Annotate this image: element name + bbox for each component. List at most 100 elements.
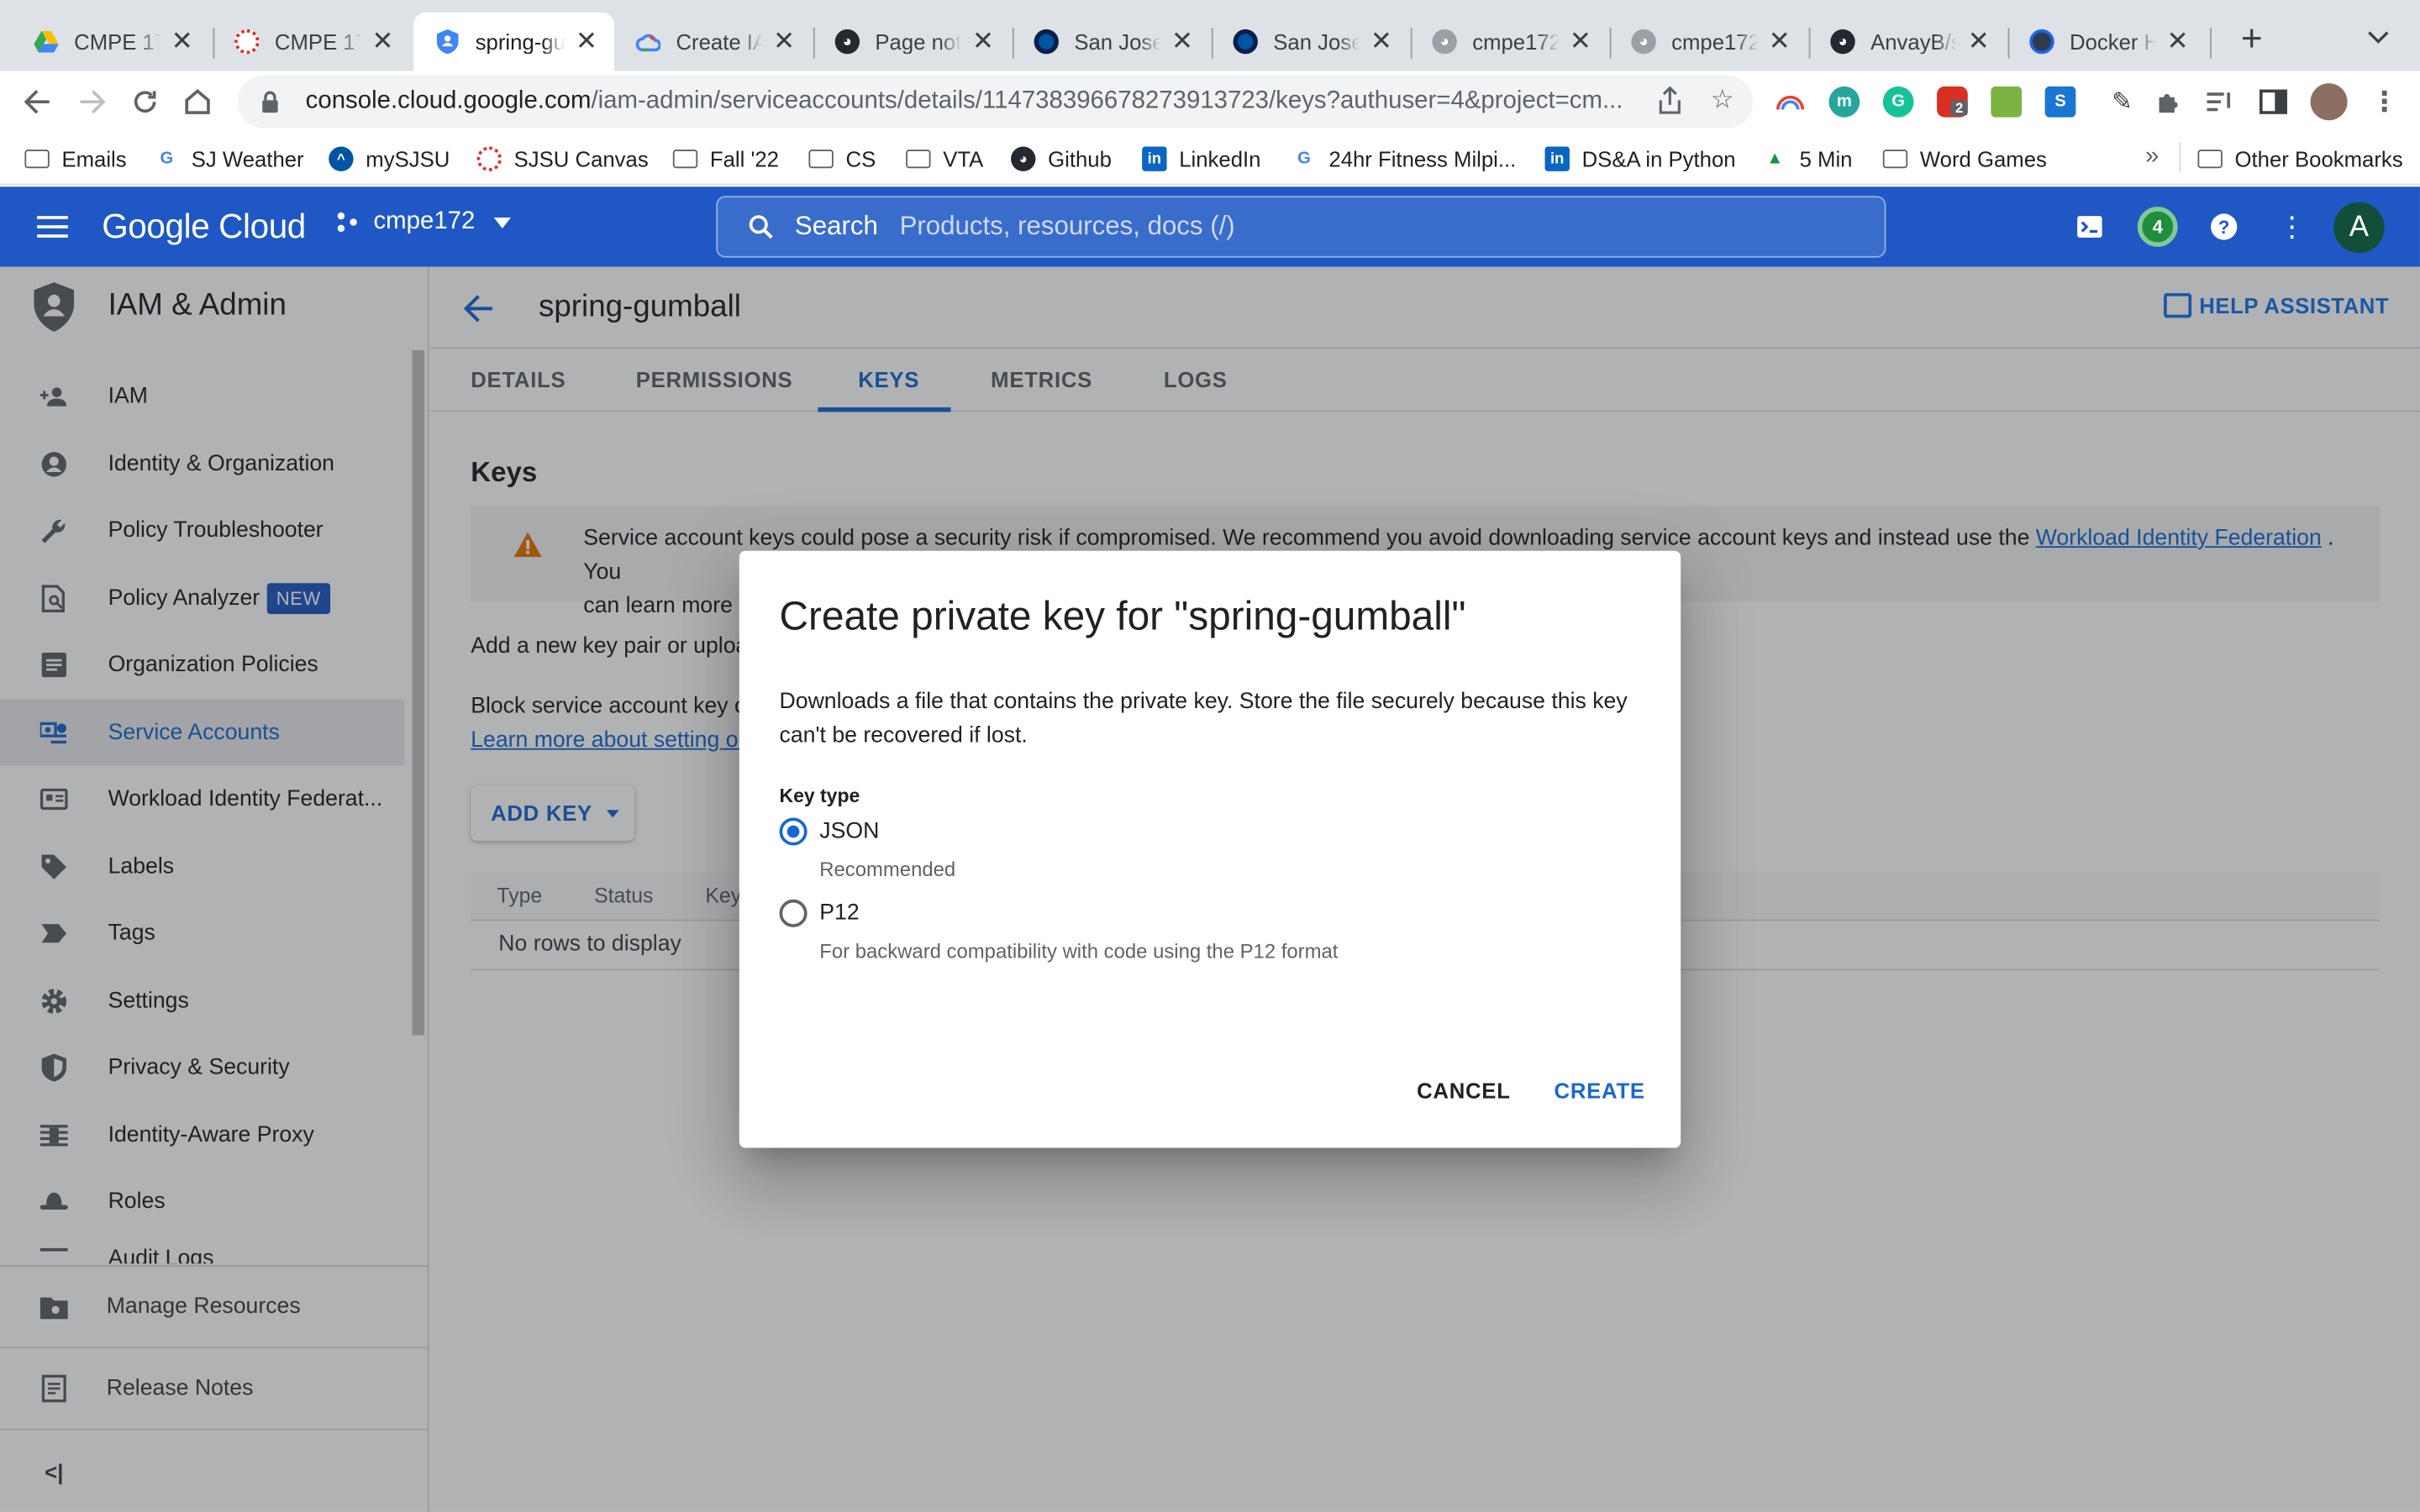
github-icon: ◕ (1011, 146, 1036, 171)
back-icon[interactable] (18, 83, 55, 120)
create-button[interactable]: CREATE (1555, 1079, 1645, 1103)
bookmark[interactable]: Emails (24, 144, 127, 175)
bookmarks-bar: Emails G SJ Weather ^ mySJSU SJSU Canvas F… (0, 132, 2420, 186)
new-tab-icon[interactable]: + (2235, 21, 2269, 59)
browser-tab[interactable]: Create IAM ✕ (614, 13, 812, 71)
linkedin-icon: in (1544, 146, 1570, 171)
more-bookmarks-icon[interactable]: » (2145, 144, 2159, 171)
help-icon[interactable]: ? (2206, 208, 2243, 245)
grammarly-icon[interactable]: G (1882, 86, 1914, 118)
kebab-menu-icon[interactable]: ⋮ (2369, 86, 2400, 118)
close-icon[interactable]: ✕ (971, 26, 995, 57)
folder-icon (672, 146, 698, 171)
close-icon[interactable]: ✕ (574, 26, 598, 57)
bookmark[interactable]: ^ mySJSU (329, 144, 450, 175)
chevron-down-icon (493, 217, 511, 228)
pen-icon[interactable]: ✎ (2107, 87, 2138, 118)
p12-radio[interactable] (779, 899, 808, 927)
project-name: cmpe172 (373, 207, 476, 235)
reload-icon[interactable] (127, 83, 164, 120)
extension-plant-icon[interactable] (1991, 86, 2023, 118)
p12-description: For backward compatibility with code usi… (819, 939, 1339, 963)
bookmark[interactable]: SJSU Canvas (476, 144, 649, 175)
close-icon[interactable]: ✕ (1767, 26, 1791, 57)
menu-icon[interactable] (37, 212, 68, 243)
bookmark[interactable]: G SJ Weather (155, 144, 304, 175)
lock-icon (256, 88, 284, 116)
close-icon[interactable]: ✕ (1369, 26, 1393, 57)
cancel-button[interactable]: CANCEL (1417, 1079, 1511, 1103)
forward-icon[interactable] (74, 83, 111, 120)
bookmark[interactable]: VTA (906, 144, 983, 175)
browser-tab-active[interactable]: spring-gu ✕ (413, 12, 615, 71)
browser-tab[interactable]: ◕ AnvayB/s ✕ (1809, 13, 2007, 71)
reading-list-icon[interactable] (2204, 87, 2235, 118)
search-icon (749, 215, 773, 239)
close-icon[interactable]: ✕ (1966, 26, 1991, 57)
bookmark[interactable]: CS (808, 144, 876, 175)
profile-avatar[interactable] (2310, 83, 2348, 121)
bookmark[interactable]: ▲ 5 Min (1763, 144, 1852, 175)
bookmark[interactable]: in LinkedIn (1142, 144, 1260, 175)
json-recommended-note: Recommended (819, 858, 956, 881)
extension-badge-icon[interactable]: 2 (1937, 86, 1968, 118)
tab-title: AnvayB/s (1870, 29, 1957, 55)
chevron-down-icon[interactable] (2367, 24, 2389, 49)
browser-tab[interactable]: San Jose ✕ (1212, 13, 1409, 71)
folder-icon (906, 146, 931, 171)
close-icon[interactable]: ✕ (1568, 26, 1592, 57)
bookmark[interactable]: ◕ Github (1011, 144, 1112, 175)
tab-title: cmpe172/ (1671, 29, 1759, 55)
create-private-key-dialog: Create private key for "spring-gumball" … (739, 550, 1681, 1148)
google-icon: G (160, 150, 174, 169)
close-icon[interactable]: ✕ (1170, 26, 1194, 57)
browser-tab[interactable]: Docker H ✕ (2008, 13, 2206, 71)
address-bar[interactable]: console.cloud.google.com/iam-admin/servi… (237, 75, 1754, 129)
github-icon: ◕ (1830, 29, 1855, 55)
p12-label[interactable]: P12 (819, 901, 859, 926)
star-icon[interactable]: ☆ (1707, 85, 1738, 116)
browser-tab[interactable]: CMPE 172 ✕ (13, 13, 210, 71)
json-radio[interactable] (779, 817, 808, 846)
other-bookmarks[interactable]: Other Bookmarks (2197, 144, 2403, 175)
side-panel-icon[interactable] (2258, 87, 2289, 118)
browser-tab[interactable]: ◕ cmpe172- ✕ (1411, 13, 1608, 71)
sjsu-icon (1034, 29, 1059, 55)
folder-icon (808, 146, 834, 171)
docker-icon (2029, 29, 2054, 55)
dialog-title: Create private key for "spring-gumball" (779, 592, 1466, 639)
puzzle-icon[interactable] (2153, 87, 2184, 118)
extension-rainbow-icon[interactable] (1775, 87, 1806, 118)
bookmark[interactable]: Word Games (1882, 144, 2047, 175)
close-icon[interactable]: ✕ (170, 26, 194, 57)
browser-tab[interactable]: ◕ Page not ✕ (813, 13, 1011, 71)
search-label: Search (794, 211, 878, 241)
project-picker[interactable]: cmpe172 (336, 207, 511, 236)
json-label[interactable]: JSON (819, 819, 879, 843)
account-avatar[interactable]: A (2333, 202, 2385, 254)
tab-title: cmpe172- (1472, 29, 1559, 55)
browser-tab[interactable]: ◕ cmpe172/ ✕ (1610, 13, 1807, 71)
close-icon[interactable]: ✕ (2165, 26, 2190, 57)
close-icon[interactable]: ✕ (371, 26, 395, 57)
bookmark[interactable]: in DS&A in Python (1544, 144, 1736, 175)
search-placeholder: Products, resources, docs (/) (899, 211, 1235, 241)
stock-icon: ▲ (1766, 150, 1784, 169)
home-icon[interactable] (179, 83, 216, 120)
bookmark[interactable]: Fall '22 (672, 144, 779, 175)
extension-s-icon[interactable]: S (2044, 86, 2076, 118)
extension-m-icon[interactable]: m (1828, 86, 1860, 118)
more-vert-icon[interactable]: ⋮ (2273, 208, 2310, 245)
bookmark[interactable]: G 24hr Fitness Milpi... (1292, 144, 1516, 175)
close-icon[interactable]: ✕ (771, 26, 796, 57)
notifications-badge[interactable]: 4 (2137, 207, 2178, 247)
linkedin-icon: in (1142, 146, 1167, 171)
browser-tab[interactable]: San Jose ✕ (1013, 13, 1210, 71)
search-input[interactable]: Search Products, resources, docs (/) (716, 196, 1886, 258)
cloud-shell-icon[interactable] (2071, 208, 2108, 245)
tab-title: CMPE 172 (274, 29, 361, 55)
browser-tab[interactable]: CMPE 172 ✕ (213, 13, 410, 71)
project-icon (336, 212, 358, 234)
google-cloud-logo[interactable]: Google Cloud (102, 207, 306, 247)
share-icon[interactable] (1655, 85, 1686, 116)
